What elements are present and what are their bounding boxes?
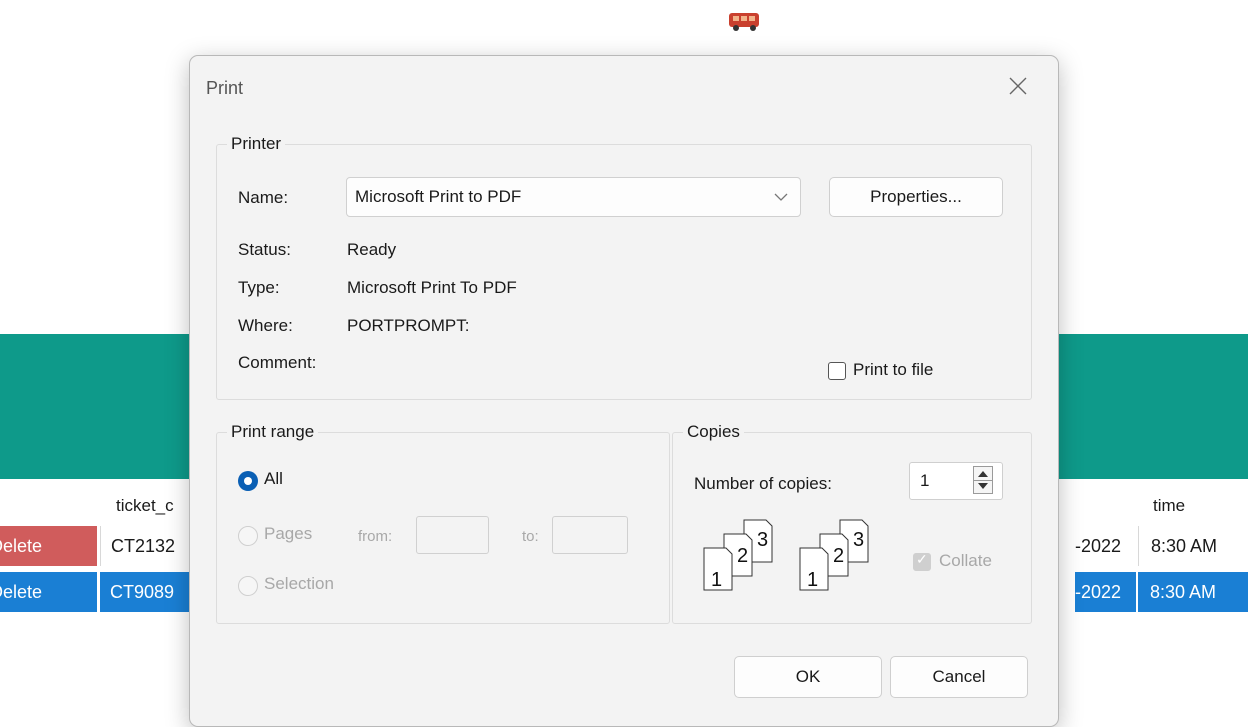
close-icon[interactable]	[1006, 74, 1030, 98]
to-label: to:	[522, 528, 539, 545]
to-page-input[interactable]	[552, 516, 628, 554]
svg-text:3: 3	[853, 529, 864, 551]
from-page-input[interactable]	[416, 516, 489, 554]
number-of-copies-label: Number of copies:	[694, 474, 832, 493]
svg-text:1: 1	[807, 569, 818, 591]
comment-label: Comment:	[238, 353, 317, 372]
cancel-button[interactable]: Cancel	[890, 656, 1028, 698]
bus-icon	[729, 13, 759, 31]
all-label[interactable]: All	[264, 469, 283, 489]
spin-down-icon[interactable]	[978, 483, 988, 489]
status-value: Ready	[347, 240, 397, 259]
type-value: Microsoft Print To PDF	[347, 278, 517, 297]
svg-text:2: 2	[833, 545, 844, 567]
date-cell: -2022	[1075, 526, 1136, 566]
selection-label[interactable]: Selection	[264, 574, 334, 594]
print-to-file-label[interactable]: Print to file	[853, 360, 933, 380]
printer-name-value: Microsoft Print to PDF	[355, 187, 522, 206]
svg-text:1: 1	[711, 569, 722, 591]
all-radio[interactable]	[238, 471, 258, 491]
collate-label[interactable]: Collate	[939, 551, 992, 571]
svg-text:2: 2	[737, 545, 748, 567]
time-cell: 8:30 AM	[1138, 526, 1248, 566]
delete-button[interactable]: Delete	[0, 526, 97, 566]
pages-radio[interactable]	[238, 526, 258, 546]
properties-button[interactable]: Properties...	[829, 177, 1003, 217]
copies-value: 1	[920, 471, 930, 490]
name-label: Name:	[238, 188, 289, 207]
type-label: Type:	[238, 278, 280, 297]
where-value: PORTPROMPT:	[347, 316, 470, 335]
print-range-legend: Print range	[231, 422, 315, 441]
collate-pages-icon: 3 2 1	[703, 519, 773, 591]
print-dialog: Print Printer Name: Microsoft Print to P…	[189, 55, 1059, 727]
delete-button[interactable]: Delete	[0, 572, 97, 612]
printer-group-legend: Printer	[231, 134, 282, 153]
copies-legend: Copies	[687, 422, 740, 441]
date-cell: -2022	[1075, 572, 1136, 612]
spin-up-icon[interactable]	[978, 471, 988, 477]
chevron-down-icon	[774, 193, 788, 201]
time-cell: 8:30 AM	[1138, 572, 1248, 612]
collate-checkbox[interactable]	[913, 551, 931, 571]
pages-label[interactable]: Pages	[264, 524, 312, 544]
ok-button[interactable]: OK	[734, 656, 882, 698]
svg-text:3: 3	[757, 529, 768, 551]
where-label: Where:	[238, 316, 293, 335]
copies-spinner[interactable]	[973, 466, 993, 494]
selection-radio[interactable]	[238, 576, 258, 596]
status-label: Status:	[238, 240, 291, 259]
column-header-ticket: ticket_c	[116, 496, 174, 515]
from-label: from:	[358, 528, 393, 545]
printer-name-select[interactable]: Microsoft Print to PDF	[346, 177, 801, 217]
dialog-title: Print	[206, 78, 244, 98]
column-header-time: time	[1153, 496, 1186, 515]
collate-pages-icon: 3 2 1	[799, 519, 869, 591]
print-to-file-checkbox[interactable]	[828, 362, 846, 380]
